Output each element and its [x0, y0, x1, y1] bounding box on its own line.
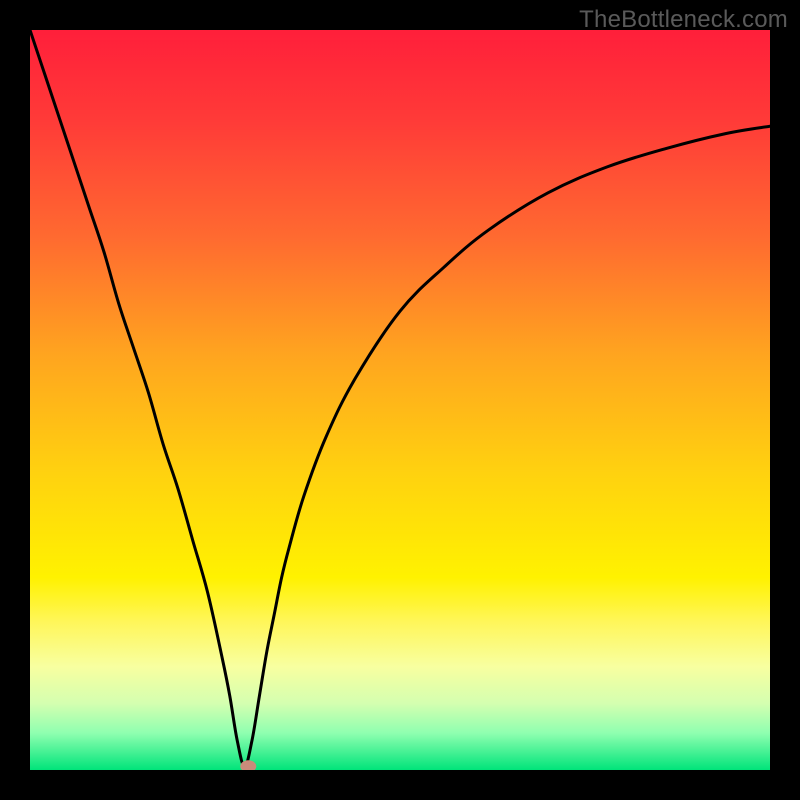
- gradient-background: [30, 30, 770, 770]
- chart-svg: [30, 30, 770, 770]
- plot-area: [30, 30, 770, 770]
- chart-frame: TheBottleneck.com: [0, 0, 800, 800]
